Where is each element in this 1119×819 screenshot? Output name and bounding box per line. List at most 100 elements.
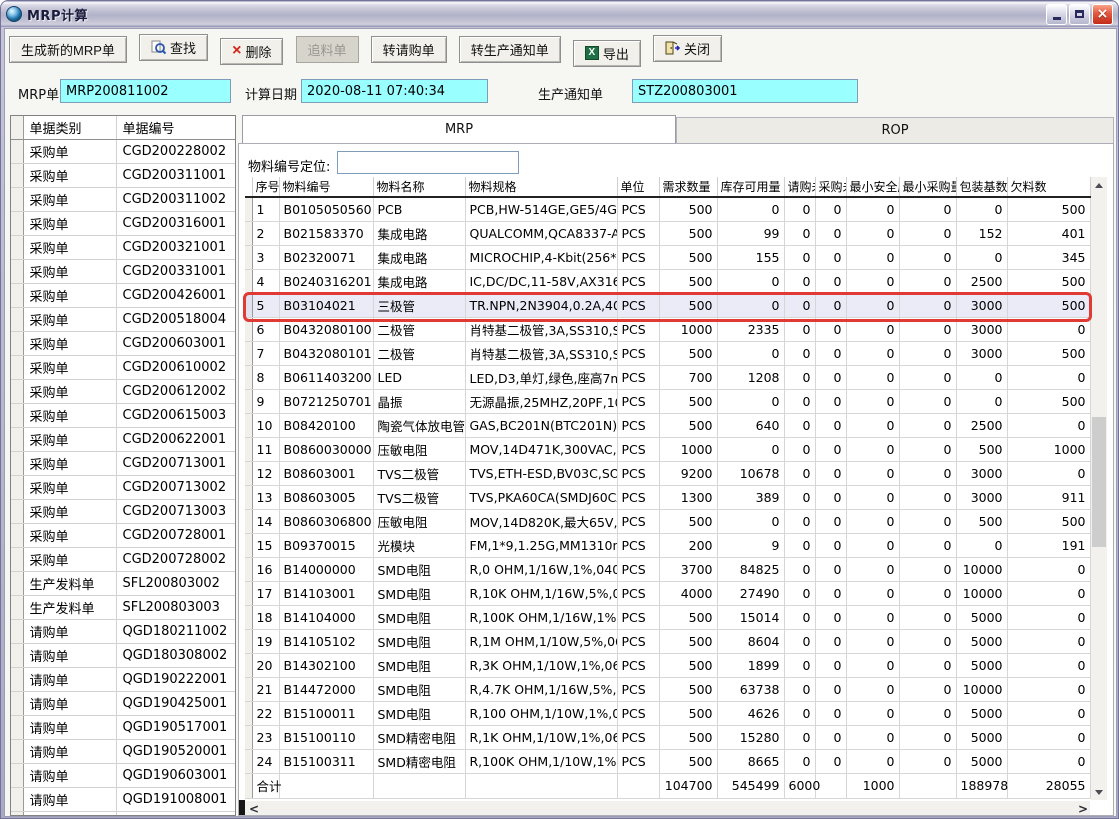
titlebar[interactable]: MRP计算 × <box>1 1 1118 27</box>
document-row[interactable]: 采购单CGD200311001 <box>11 164 235 188</box>
cell: 0 <box>815 245 846 269</box>
material-row[interactable]: 21B14472000SMD电阻R,4.7K OHM,1/16W,5%,040P… <box>245 677 1090 701</box>
document-row[interactable]: 采购单CGD200321001 <box>11 236 235 260</box>
row-indicator <box>11 716 23 740</box>
cell: 采购单 <box>23 188 116 212</box>
scroll-down-button[interactable] <box>1091 784 1107 800</box>
document-row[interactable]: 采购单CGD200622001 <box>11 428 235 452</box>
material-row[interactable]: 4B0240316201集成电路IC,DC/DC,11-58V,AX3162EP… <box>245 269 1090 293</box>
document-row[interactable]: 请购单QGD180211002 <box>11 620 235 644</box>
material-row[interactable]: 14B0860306800压敏电阻MOV,14D820K,最大65V,DIPPC… <box>245 509 1090 533</box>
document-row[interactable]: 请购单QGD190517001 <box>11 716 235 740</box>
minimize-button[interactable] <box>1046 4 1067 25</box>
column-header[interactable]: 包装基数 <box>956 177 1007 197</box>
document-row[interactable]: 请购单QGD180308002 <box>11 644 235 668</box>
material-row[interactable]: 22B15100011SMD电阻R,100 OHM,1/10W,1%,060PC… <box>245 701 1090 725</box>
cell: 500 <box>659 749 717 773</box>
document-row[interactable]: 采购单CGD200426001 <box>11 284 235 308</box>
cell: 压敏电阻 <box>373 509 465 533</box>
tab-rop[interactable]: ROP <box>676 117 1114 143</box>
scroll-up-button[interactable] <box>1091 177 1107 193</box>
material-row[interactable]: 3B02320071集成电路MICROCHIP,4-Kbit(256*16PCS… <box>245 245 1090 269</box>
material-row[interactable]: 1B0105050560PCBPCB,HW-514GE,GE5/4GE1PCS5… <box>245 197 1090 221</box>
doc-no-header[interactable]: 单据编号 <box>116 116 235 140</box>
document-row[interactable]: 采购单CGD200228002 <box>11 140 235 164</box>
vertical-scrollbar-thumb[interactable] <box>1092 417 1106 547</box>
column-header[interactable]: 单位 <box>617 177 659 197</box>
material-row[interactable]: 20B14302100SMD电阻R,3K OHM,1/10W,1%,0603PC… <box>245 653 1090 677</box>
tab-mrp[interactable]: MRP <box>242 115 676 143</box>
material-row[interactable]: 17B14103001SMD电阻R,10K OHM,1/16W,5%,040PC… <box>245 581 1090 605</box>
material-locator-input[interactable] <box>337 151 519 174</box>
document-row[interactable]: 采购单CGD200331001 <box>11 260 235 284</box>
to-purchase-request-button[interactable]: 转请购单 <box>371 36 447 63</box>
column-header[interactable]: 采购未交 <box>815 177 846 197</box>
document-row[interactable]: 采购单CGD200311002 <box>11 188 235 212</box>
column-header[interactable]: 库存可用量 <box>717 177 784 197</box>
document-row[interactable]: 请购单QGD190603001 <box>11 764 235 788</box>
document-row[interactable]: 采购单CGD200728001 <box>11 524 235 548</box>
delete-button[interactable]: ×删除 <box>220 38 283 65</box>
document-row[interactable]: 采购单CGD200728002 <box>11 548 235 572</box>
material-row[interactable]: 24B15100311SMD精密电阻R,100K OHM,1/10W,1%,06… <box>245 749 1090 773</box>
material-row[interactable]: 6B0432080100二极管肖特基二极管,3A,SS310,SMPCS1000… <box>245 317 1090 341</box>
material-row[interactable]: 23B15100110SMD精密电阻R,1K OHM,1/10W,1%,0603… <box>245 725 1090 749</box>
document-row[interactable]: 采购单CGD200610002 <box>11 356 235 380</box>
document-row[interactable]: 请购单QGD190425001 <box>11 692 235 716</box>
close-form-button[interactable]: 关闭 <box>653 35 722 62</box>
doc-type-header[interactable]: 单据类别 <box>23 116 116 140</box>
document-row[interactable]: 请购单QGD191008001 <box>11 788 235 812</box>
material-row[interactable]: 18B14104000SMD电阻R,100K OHM,1/16W,1%,04PC… <box>245 605 1090 629</box>
cell: 0 <box>784 629 815 653</box>
material-row[interactable]: 9B0721250701晶振无源晶振,25MHZ,20PF,10PPCS5000… <box>245 389 1090 413</box>
document-row[interactable]: 采购单CGD200518004 <box>11 308 235 332</box>
column-header[interactable]: 序号 <box>252 177 279 197</box>
material-row[interactable]: 12B08603001TVS二极管TVS,ETH-ESD,BV03C,SODPC… <box>245 461 1090 485</box>
document-row[interactable]: 采购单CGD200713001 <box>11 452 235 476</box>
column-header[interactable]: 请购未交 <box>784 177 815 197</box>
document-row[interactable]: 生产发料单SFL200803003 <box>11 596 235 620</box>
new-mrp-button[interactable]: 生成新的MRP单 <box>9 36 127 63</box>
mrp-no-input[interactable] <box>60 79 231 103</box>
column-header[interactable]: 最小安全库存 <box>846 177 899 197</box>
material-row[interactable]: 16B14000000SMD电阻R,0 OHM,1/16W,1%,0402PCS… <box>245 557 1090 581</box>
material-row[interactable]: 5B03104021三极管TR.NPN,2N3904,0.2A,40V,PCS5… <box>245 293 1090 317</box>
document-row[interactable]: 采购单CGD200713002 <box>11 476 235 500</box>
material-row[interactable]: 19B14105102SMD电阻R,1M OHM,1/10W,5%,0603PC… <box>245 629 1090 653</box>
document-row[interactable]: 采购单CGD200316001 <box>11 212 235 236</box>
vertical-scrollbar[interactable] <box>1091 177 1107 800</box>
maximize-button[interactable] <box>1069 4 1090 25</box>
scroll-left-button[interactable]: < <box>247 801 261 816</box>
scroll-right-button[interactable]: > <box>1076 801 1090 816</box>
cell: SMD电阻 <box>373 557 465 581</box>
document-row[interactable]: 请购单QGD190520001 <box>11 740 235 764</box>
column-header[interactable]: 欠料数 <box>1007 177 1090 197</box>
document-row[interactable]: 采购单CGD200615003 <box>11 404 235 428</box>
material-row[interactable]: 8B0611403200LEDLED,D3,单灯,绿色,座高7mmPCS7001… <box>245 365 1090 389</box>
document-row[interactable] <box>11 812 235 817</box>
close-button[interactable]: × <box>1092 4 1113 25</box>
document-row[interactable]: 采购单CGD200612002 <box>11 380 235 404</box>
material-row[interactable]: 11B0860030000压敏电阻MOV,14D471K,300VAC,DIPP… <box>245 437 1090 461</box>
to-production-notice-button[interactable]: 转生产通知单 <box>459 36 561 63</box>
find-button[interactable]: 查找 <box>139 34 208 61</box>
chase-order-button[interactable]: 追料单 <box>296 36 359 63</box>
material-row[interactable]: 15B09370015光模块FM,1*9,1.25G,MM1310nm,2PCS… <box>245 533 1090 557</box>
material-row[interactable]: 2B021583370集成电路QUALCOMM,QCA8337-AL3PCS50… <box>245 221 1090 245</box>
column-header[interactable]: 物料规格 <box>465 177 617 197</box>
material-row[interactable]: 13B08603005TVS二极管TVS,PKA60CA(SMDJ60CA)PC… <box>245 485 1090 509</box>
document-row[interactable]: 采购单CGD200603001 <box>11 332 235 356</box>
document-row[interactable]: 采购单CGD200713003 <box>11 500 235 524</box>
calc-date-input[interactable] <box>301 79 488 103</box>
column-header[interactable]: 物料编号 <box>279 177 373 197</box>
horizontal-scrollbar[interactable]: < > <box>245 801 1090 816</box>
column-header[interactable]: 物料名称 <box>373 177 465 197</box>
document-row[interactable]: 生产发料单SFL200803002 <box>11 572 235 596</box>
material-row[interactable]: 7B0432080101二极管肖特基二极管,3A,SS310,SMPCS5000… <box>245 341 1090 365</box>
export-button[interactable]: X导出 <box>573 40 641 67</box>
column-header[interactable]: 最小采购量 <box>899 177 956 197</box>
document-row[interactable]: 请购单QGD190222001 <box>11 668 235 692</box>
column-header[interactable]: 需求数量 <box>659 177 717 197</box>
prod-notice-input[interactable] <box>632 79 858 103</box>
material-row[interactable]: 10B08420100陶瓷气体放电管GAS,BC201N(BTC201N),DP… <box>245 413 1090 437</box>
